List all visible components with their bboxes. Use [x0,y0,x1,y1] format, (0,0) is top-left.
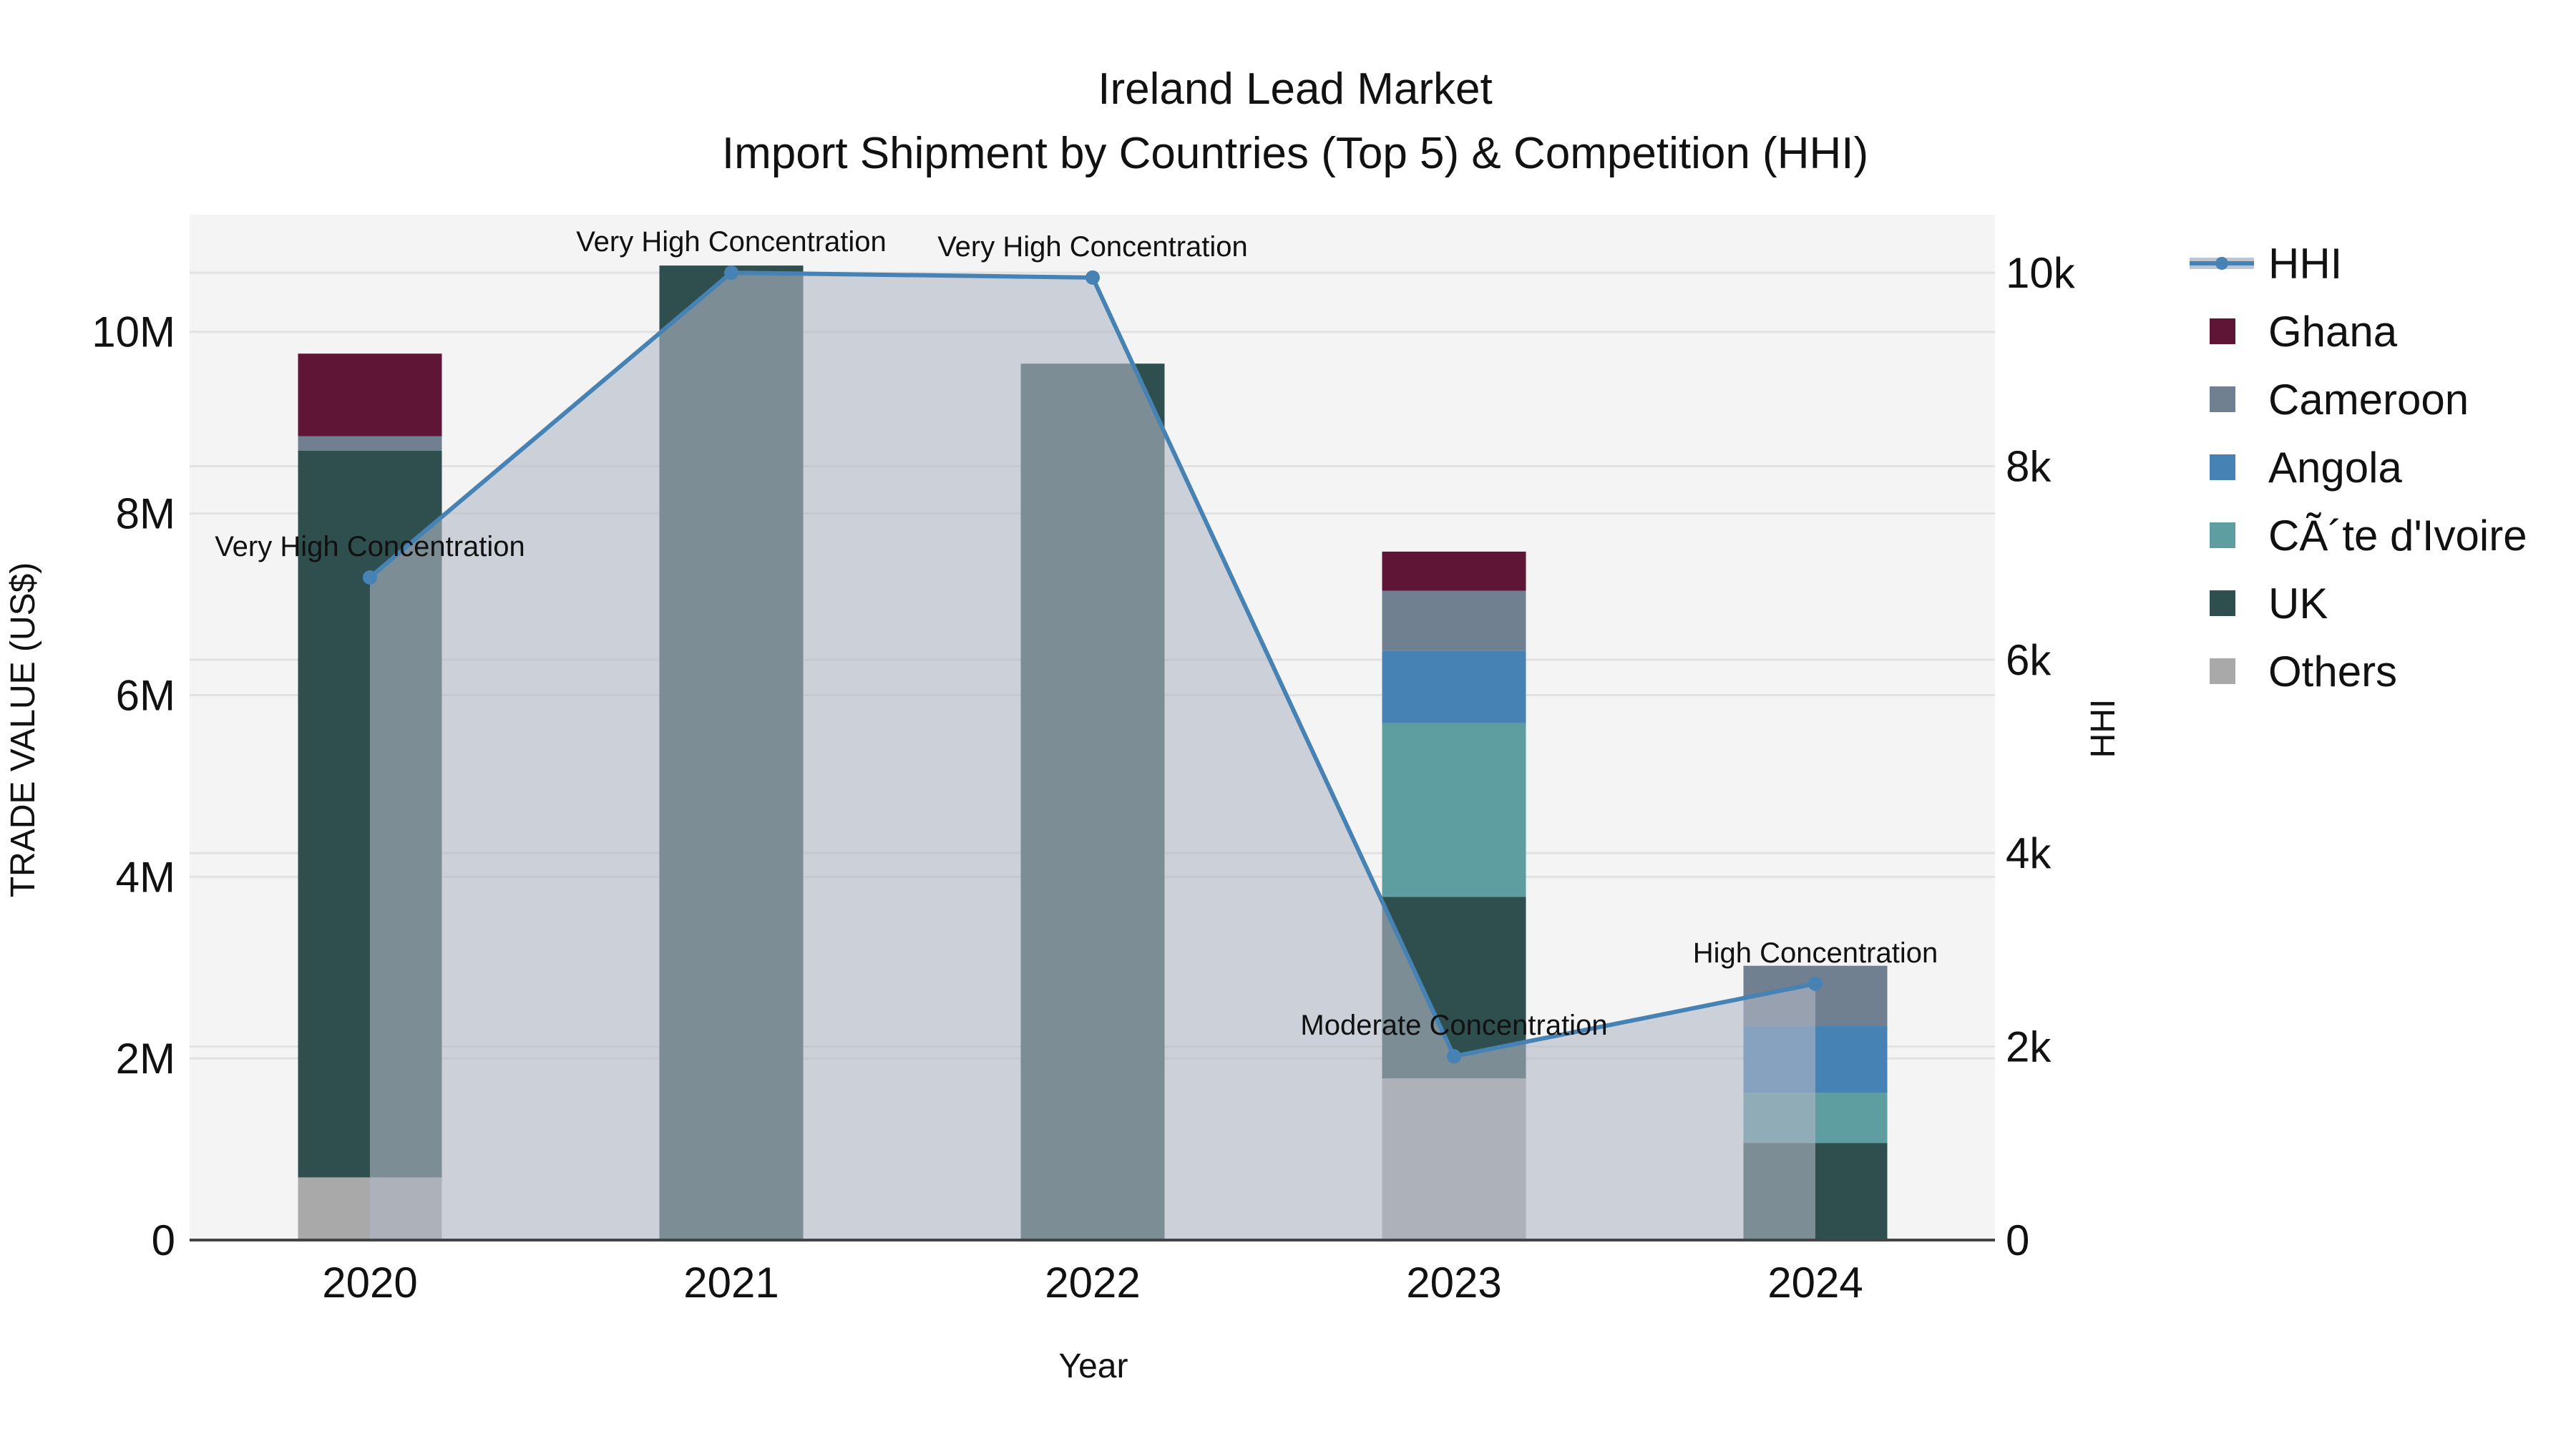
y-tick-label: 2M [116,1035,175,1083]
y-tick-label: 10M [92,308,175,356]
y-tick-label: 6M [116,671,175,719]
legend-swatch [2210,454,2235,480]
hhi-point [724,265,738,280]
legend-hhi-marker [2215,257,2228,270]
y2-tick-label: 10k [2006,249,2076,297]
x-tick-label: 2020 [322,1259,417,1307]
y2-tick-label: 8k [2006,442,2051,490]
chart-subtitle: Import Shipment by Countries (Top 5) & C… [722,129,1868,178]
hhi-annotation: Very High Concentration [215,531,525,562]
bar-cameroon [1382,590,1526,651]
legend-swatch [2210,658,2235,684]
y2-tick-label: 2k [2006,1023,2051,1071]
x-axis-label: Year [1059,1347,1128,1385]
x-tick-label: 2021 [683,1259,779,1307]
legend-swatch [2210,522,2235,548]
y-tick-label: 0 [152,1216,175,1264]
x-tick-label: 2022 [1045,1259,1140,1307]
hhi-point [1808,976,1823,991]
y-tick-label: 8M [116,490,175,538]
legend-label[interactable]: Others [2268,648,2397,696]
hhi-annotation: Moderate Concentration [1300,1010,1607,1041]
hhi-point [1085,270,1100,285]
y2-tick-label: 6k [2006,636,2051,684]
bar-c-te-d-ivoire [1382,723,1526,897]
legend-label[interactable]: CÃ´te d'Ivoire [2268,512,2527,560]
hhi-annotation: Very High Concentration [937,231,1248,263]
hhi-annotation: Very High Concentration [576,226,887,258]
bar-ghana [1382,551,1526,591]
bar-angola [1382,650,1526,723]
legend-swatch [2210,386,2235,412]
x-tick-label: 2024 [1767,1259,1863,1307]
legend-label[interactable]: Ghana [2268,308,2398,356]
y-tick-label: 4M [116,853,175,901]
y2-tick-label: 0 [2006,1216,2029,1264]
legend-label[interactable]: UK [2268,580,2328,628]
chart-title: Ireland Lead Market [1098,64,1492,114]
bar-ghana [298,353,442,436]
x-tick-label: 2023 [1406,1259,1501,1307]
legend-label[interactable]: HHI [2268,240,2342,288]
y-axis-label: TRADE VALUE (US$) [4,562,42,898]
y2-tick-label: 4k [2006,829,2051,877]
legend-swatch [2210,590,2235,616]
legend-label[interactable]: Angola [2268,444,2402,492]
y2-axis-label: HHI [2084,699,2122,758]
legend-label[interactable]: Cameroon [2268,376,2469,424]
hhi-point [363,570,377,585]
chart: Ireland Lead Market Import Shipment by C… [4,64,2527,1385]
hhi-point [1447,1049,1461,1064]
legend-swatch [2210,318,2235,344]
hhi-annotation: High Concentration [1693,937,1938,969]
bar-cameroon [298,436,442,452]
